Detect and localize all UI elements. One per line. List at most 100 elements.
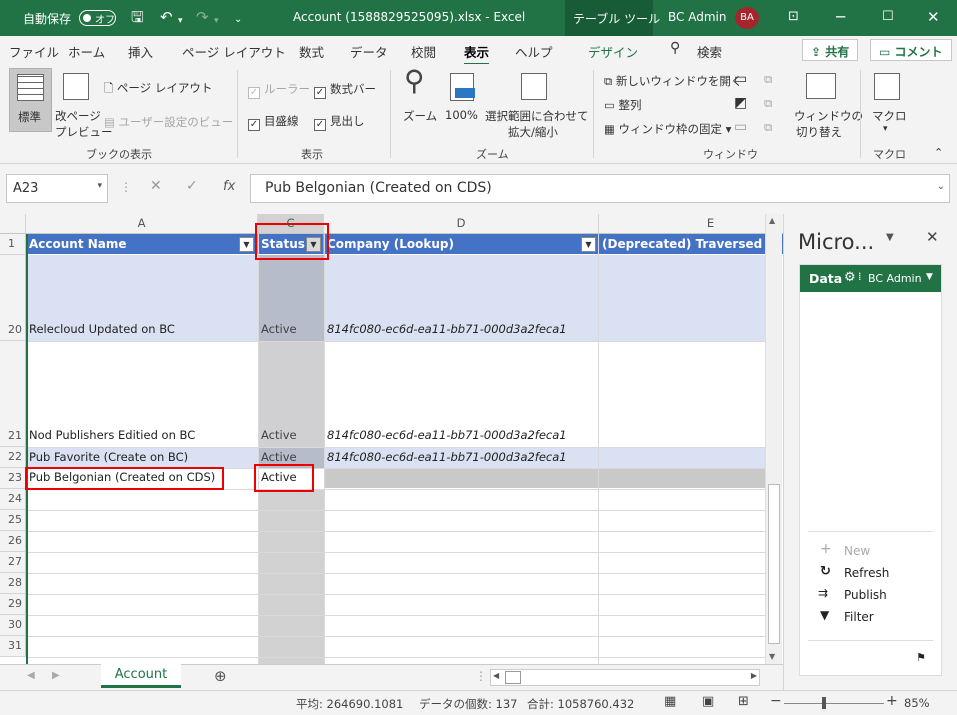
name-box[interactable]: A23 ▾: [6, 174, 108, 203]
autosave-toggle[interactable]: オフ: [79, 10, 116, 26]
header-company[interactable]: Company (Lookup) ▼: [324, 234, 599, 254]
column-header-a[interactable]: A: [26, 214, 258, 234]
prev-sheet-icon[interactable]: ◀: [27, 670, 35, 681]
cancel-icon[interactable]: ✕: [150, 178, 162, 194]
cell-account-name[interactable]: Nod Publishers Editied on BC: [26, 428, 258, 442]
data-tab[interactable]: Data: [809, 271, 842, 286]
page-break-preview-button[interactable]: 改ページ プレビュー: [55, 68, 113, 140]
status-count[interactable]: データの個数: 137: [419, 696, 517, 712]
select-all-corner[interactable]: [0, 214, 26, 234]
reset-position-icon[interactable]: ⧉: [764, 120, 772, 135]
zoom-level[interactable]: 85%: [904, 696, 930, 710]
zoom-button[interactable]: ⚲ ズーム: [400, 64, 440, 128]
sheet-tab-account[interactable]: Account: [101, 664, 181, 688]
horizontal-scrollbar[interactable]: ◀ ▶: [490, 669, 760, 686]
header-deprecated[interactable]: (Deprecated) Traversed Pat: [599, 234, 783, 254]
tab-review[interactable]: 校閲: [411, 42, 436, 61]
row-header[interactable]: 29: [0, 594, 26, 615]
page-layout-view-button[interactable]: 🗋 ページ レイアウト: [104, 80, 212, 100]
enter-icon[interactable]: ✓: [186, 178, 198, 194]
tab-design[interactable]: デザイン: [588, 42, 638, 61]
row-header[interactable]: 30: [0, 615, 26, 636]
vertical-scrollbar[interactable]: ▲ ▼: [765, 214, 782, 664]
sync-scroll-icon[interactable]: ⧉: [764, 96, 772, 111]
tab-help[interactable]: ヘルプ: [515, 42, 553, 61]
side-by-side-icon[interactable]: ⧉: [764, 72, 772, 87]
chevron-down-icon[interactable]: ▼: [926, 272, 933, 282]
tab-home[interactable]: ホーム: [68, 42, 105, 61]
unhide-icon[interactable]: ▭: [734, 119, 747, 135]
maximize-icon[interactable]: ☐: [882, 8, 894, 26]
row-header[interactable]: 1: [0, 234, 26, 255]
filter-button[interactable]: Filter: [844, 610, 874, 624]
filter-dropdown-icon[interactable]: ▼: [581, 237, 596, 252]
redo-icon[interactable]: ↷: [196, 8, 209, 26]
redo-dropdown-icon[interactable]: ▾: [214, 12, 219, 30]
new-window-button[interactable]: ⧉ 新しいウィンドウを開く: [604, 73, 742, 89]
row-header[interactable]: 25: [0, 510, 26, 531]
collapse-ribbon-icon[interactable]: ⌃: [934, 146, 943, 159]
row-header[interactable]: 27: [0, 552, 26, 573]
freeze-panes-button[interactable]: ▦ ウィンドウ枠の固定 ▾: [604, 121, 731, 137]
normal-view-button[interactable]: 標準: [9, 68, 52, 132]
ruler-checkbox[interactable]: ✓ ルーラー: [248, 81, 310, 99]
refresh-button[interactable]: Refresh: [844, 566, 889, 580]
scroll-left-icon[interactable]: ◀: [493, 671, 499, 680]
undo-dropdown-icon[interactable]: ▾: [178, 12, 183, 30]
macro-button[interactable]: マクロ ▾: [868, 68, 908, 140]
zoom-slider[interactable]: [784, 703, 884, 704]
zoom-100-button[interactable]: 100%: [444, 68, 480, 128]
ribbon-display-icon[interactable]: ⊡: [788, 8, 799, 26]
gridlines-checkbox[interactable]: ✓ 目盛線: [248, 113, 299, 131]
zoom-selection-button[interactable]: 選択範囲に合わせて 拡大/縮小: [485, 68, 589, 140]
avatar[interactable]: BA: [735, 7, 759, 29]
status-sum[interactable]: 合計: 1058760.432: [527, 696, 634, 712]
gear-icon[interactable]: ⚙: [844, 270, 856, 285]
switch-windows-button[interactable]: ウィンドウの 切り替え: [792, 68, 863, 140]
zoom-out-icon[interactable]: −: [770, 693, 782, 709]
row-header[interactable]: 28: [0, 573, 26, 594]
row-header[interactable]: 24: [0, 489, 26, 510]
column-header-d[interactable]: D: [324, 214, 599, 234]
formula-bar-checkbox[interactable]: ✓ 数式バー: [314, 81, 376, 99]
zoom-in-icon[interactable]: +: [886, 693, 898, 709]
headings-checkbox[interactable]: ✓ 見出し: [314, 113, 365, 131]
cell-company[interactable]: 814fc080-ec6d-ea11-bb71-000d3a2feca1: [324, 428, 599, 442]
search-label[interactable]: 検索: [697, 42, 722, 61]
add-sheet-icon[interactable]: ⊕: [214, 667, 227, 685]
zoom-slider-thumb[interactable]: [822, 697, 826, 709]
close-icon[interactable]: ✕: [926, 228, 939, 246]
row-header[interactable]: 21: [0, 341, 26, 447]
scroll-right-icon[interactable]: ▶: [751, 671, 757, 680]
share-button[interactable]: ⇪ 共有: [802, 39, 859, 61]
close-icon[interactable]: ✕: [927, 8, 940, 26]
page-break-view-icon[interactable]: ⊞: [738, 694, 749, 709]
customize-qat-icon[interactable]: ⌄: [234, 11, 242, 29]
scrollbar-thumb[interactable]: [768, 484, 780, 644]
save-icon[interactable]: 🖫: [131, 8, 144, 26]
worksheet-grid[interactable]: A C D E 1 Account Name ▼ Status ▼ Company …: [0, 214, 783, 664]
cell-account-name[interactable]: Pub Favorite (Create on BC): [26, 450, 258, 464]
custom-view-button[interactable]: ▤ ユーザー設定のビュー: [104, 114, 233, 130]
scrollbar-thumb[interactable]: [505, 671, 521, 684]
search-icon[interactable]: ⚲: [670, 40, 680, 56]
minimize-icon[interactable]: ─: [836, 8, 845, 26]
cell-company[interactable]: 814fc080-ec6d-ea11-bb71-000d3a2feca1: [324, 322, 599, 336]
pane-menu-icon[interactable]: ▼: [886, 232, 894, 243]
status-average[interactable]: 平均: 264690.1081: [296, 696, 403, 712]
pane-user[interactable]: BC Admin: [868, 272, 922, 285]
publish-button[interactable]: Publish: [844, 588, 887, 602]
header-account-name[interactable]: Account Name ▼: [26, 234, 258, 254]
tab-data[interactable]: データ: [350, 42, 388, 61]
tab-file[interactable]: ファイル: [9, 42, 59, 61]
scroll-up-icon[interactable]: ▲: [769, 216, 775, 225]
arrange-button[interactable]: ▭ 整列: [604, 97, 642, 113]
cell-company[interactable]: 814fc080-ec6d-ea11-bb71-000d3a2feca1: [324, 450, 599, 464]
formula-input[interactable]: Pub Belgonian (Created on CDS) ⌄: [250, 174, 950, 203]
user-name[interactable]: BC Admin: [668, 10, 726, 24]
split-icon[interactable]: ▭: [734, 71, 747, 87]
next-sheet-icon[interactable]: ▶: [52, 670, 60, 681]
row-header[interactable]: 23: [0, 468, 26, 489]
tab-view[interactable]: 表示: [464, 42, 490, 66]
hide-icon[interactable]: ◩: [734, 95, 747, 111]
